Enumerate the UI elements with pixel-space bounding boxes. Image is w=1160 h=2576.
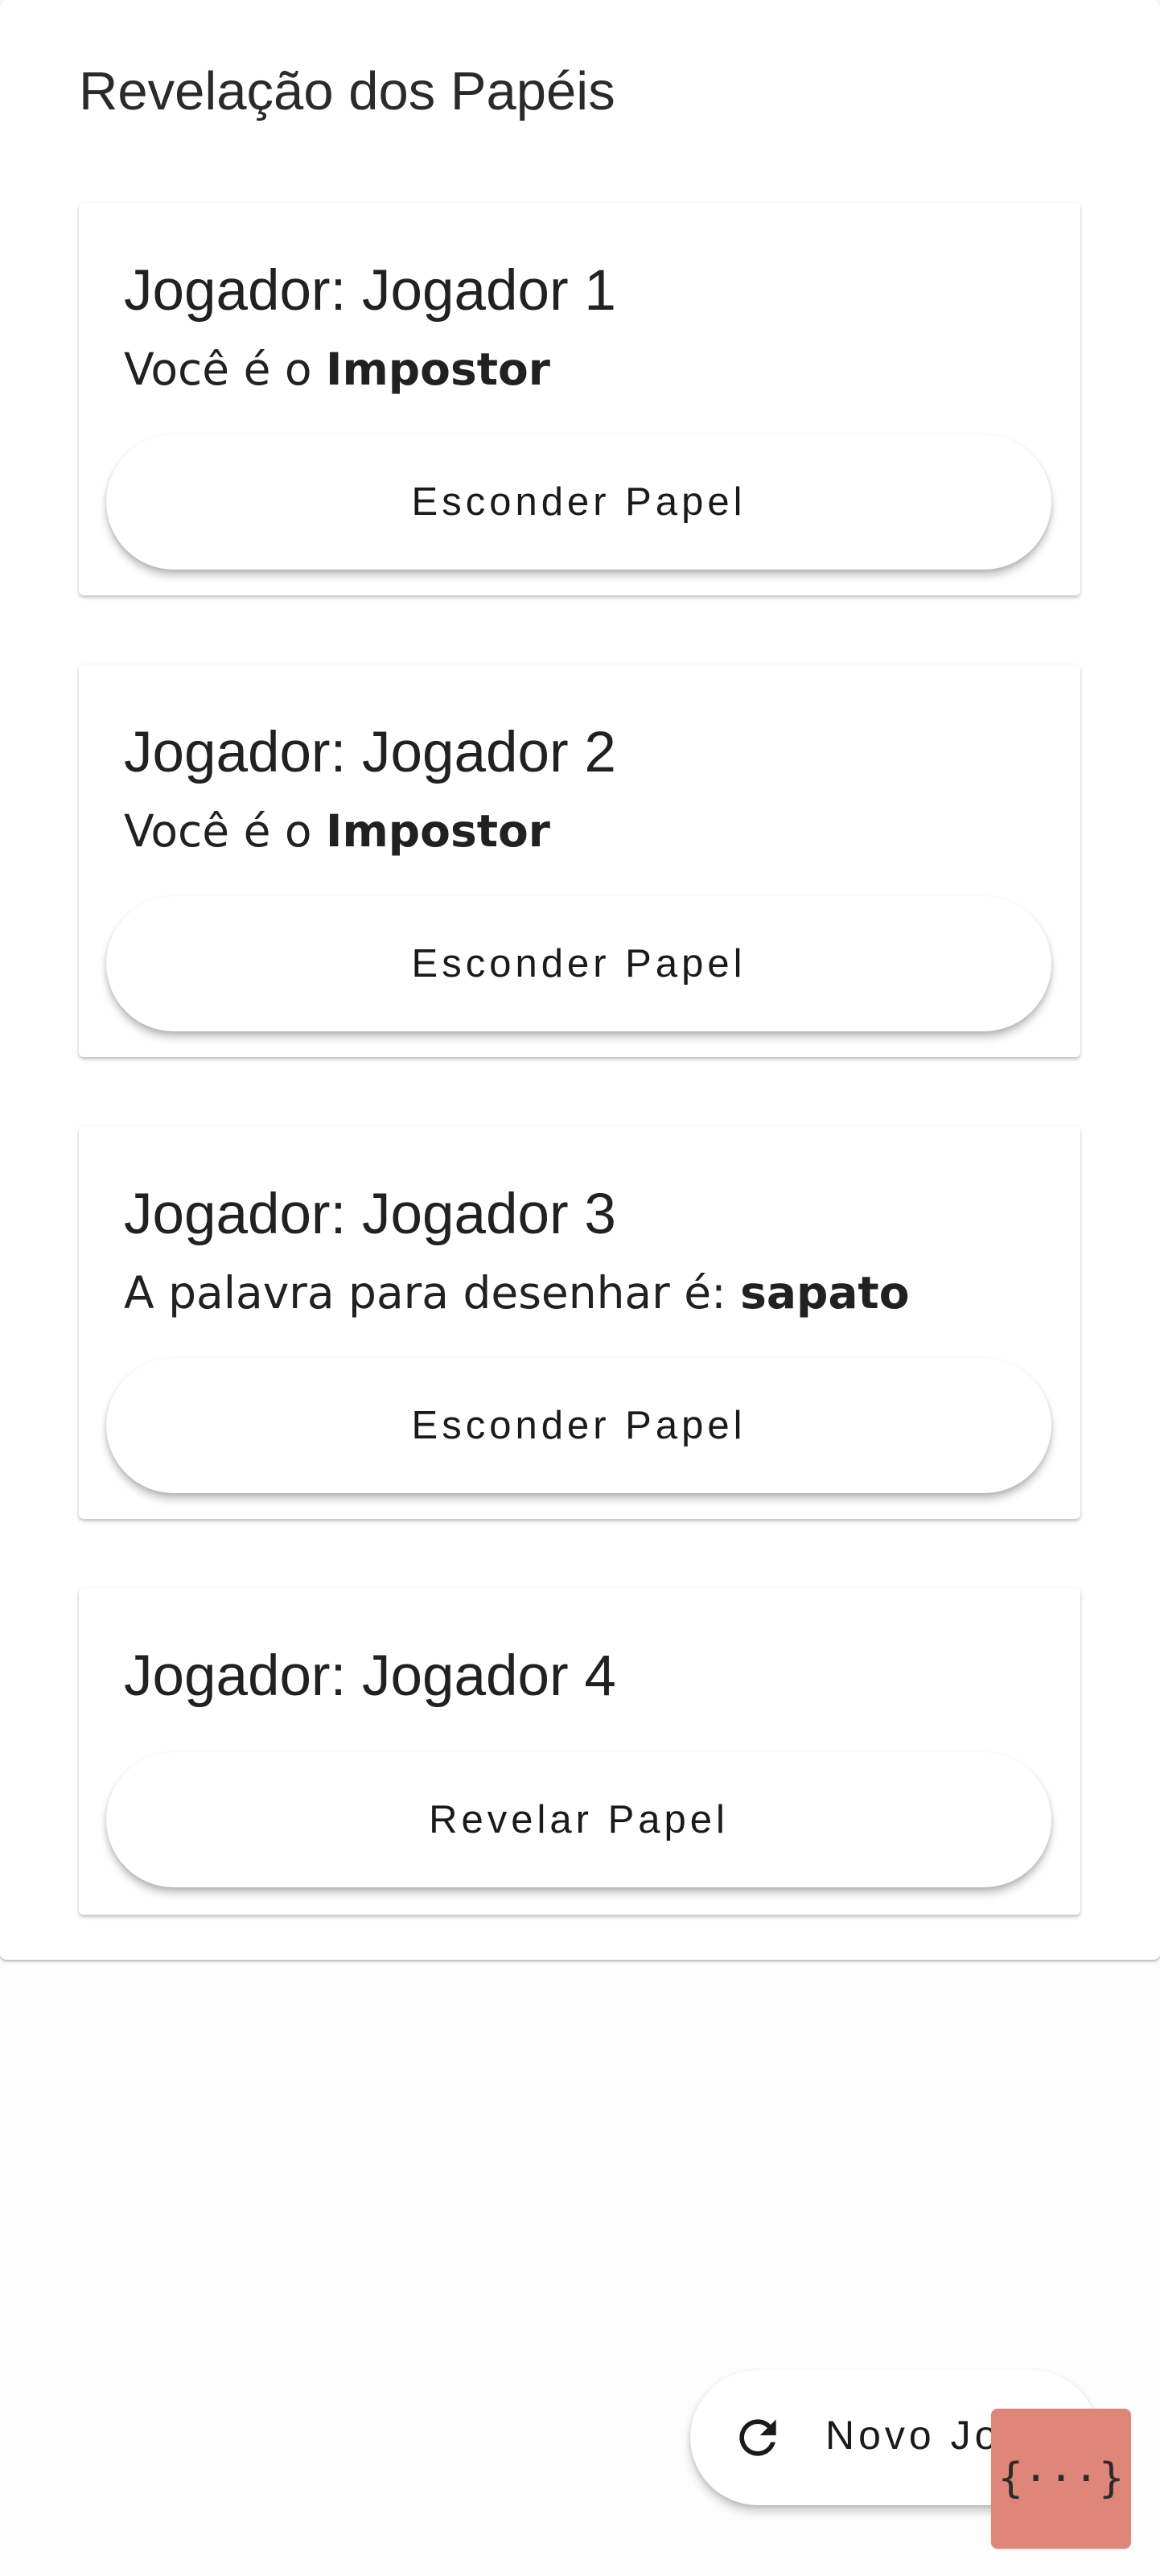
player-card-4: Jogador: Jogador 4 Revelar Papel	[79, 1588, 1080, 1915]
player-name: Jogador: Jogador 2	[124, 721, 616, 784]
player-card-2: Jogador: Jogador 2 Você é o Impostor Esc…	[79, 665, 1080, 1057]
hide-role-button[interactable]: Esconder Papel	[106, 896, 1051, 1031]
role-value: sapato	[740, 1267, 910, 1319]
role-prefix: Você é o	[124, 805, 327, 857]
role-value: Impostor	[326, 344, 550, 395]
hide-role-button[interactable]: Esconder Papel	[106, 434, 1051, 570]
hide-role-button[interactable]: Esconder Papel	[106, 1358, 1051, 1493]
reveal-role-button[interactable]: Revelar Papel	[106, 1752, 1051, 1887]
role-prefix: Você é o	[124, 344, 327, 395]
player-name: Jogador: Jogador 4	[124, 1644, 616, 1708]
devtools-button[interactable]: {···}	[991, 2409, 1131, 2549]
player-name: Jogador: Jogador 3	[124, 1183, 616, 1246]
page-title: Revelação dos Papéis	[79, 61, 615, 121]
role-text: A palavra para desenhar é: sapato	[124, 1265, 910, 1321]
role-text: Você é o Impostor	[124, 341, 550, 397]
role-value: Impostor	[326, 805, 550, 857]
player-card-1: Jogador: Jogador 1 Você é o Impostor Esc…	[79, 203, 1080, 595]
player-card-3: Jogador: Jogador 3 A palavra para desenh…	[79, 1126, 1080, 1519]
refresh-icon	[739, 2419, 776, 2456]
role-prefix: A palavra para desenhar é:	[124, 1267, 741, 1319]
role-text: Você é o Impostor	[124, 803, 550, 859]
player-name: Jogador: Jogador 1	[124, 259, 616, 323]
roles-panel: Revelação dos Papéis Jogador: Jogador 1 …	[0, 0, 1160, 1960]
